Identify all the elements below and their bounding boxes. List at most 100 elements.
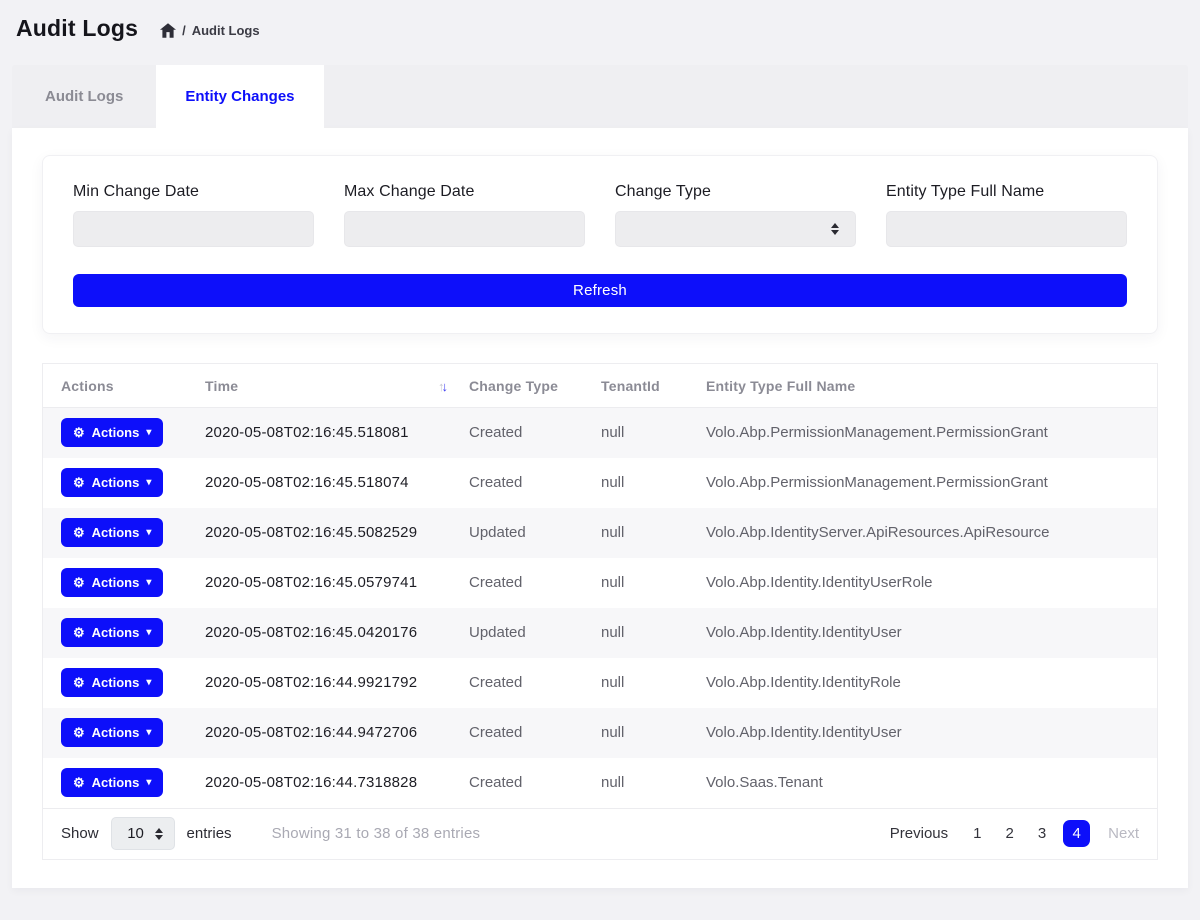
- actions-button-label: Actions: [92, 775, 140, 790]
- row-actions-button[interactable]: ⚙ Actions ▾: [61, 518, 163, 547]
- cell-time: 2020-05-08T02:16:44.9921792: [195, 658, 459, 708]
- row-actions-button[interactable]: ⚙ Actions ▾: [61, 718, 163, 747]
- table-header-row: Actions Time ↑↓ Change Type TenantId Ent…: [43, 364, 1157, 408]
- tab-entity-changes[interactable]: Entity Changes: [156, 65, 323, 128]
- actions-button-label: Actions: [92, 725, 140, 740]
- table-row: ⚙ Actions ▾ 2020-05-08T02:16:44.7318828 …: [43, 758, 1157, 808]
- change-type-select[interactable]: [615, 211, 856, 247]
- column-header-entity-type[interactable]: Entity Type Full Name: [696, 364, 1157, 408]
- table-row: ⚙ Actions ▾ 2020-05-08T02:16:45.0579741 …: [43, 558, 1157, 608]
- actions-button-label: Actions: [92, 475, 140, 490]
- breadcrumb: / Audit Logs: [160, 23, 260, 38]
- column-header-change-type[interactable]: Change Type: [459, 364, 591, 408]
- table-row: ⚙ Actions ▾ 2020-05-08T02:16:45.0420176 …: [43, 608, 1157, 658]
- entries-summary: Showing 31 to 38 of 38 entries: [272, 825, 481, 842]
- gear-icon: ⚙: [73, 776, 85, 789]
- caret-down-icon: ▾: [146, 528, 151, 538]
- cell-entity: Volo.Abp.PermissionManagement.Permission…: [696, 408, 1157, 458]
- caret-down-icon: ▾: [146, 478, 151, 488]
- gear-icon: ⚙: [73, 626, 85, 639]
- cell-time: 2020-05-08T02:16:44.7318828: [195, 758, 459, 808]
- cell-change-type: Updated: [459, 508, 591, 558]
- entity-changes-panel: Min Change Date Max Change Date Change Typ…: [12, 128, 1188, 888]
- row-actions-button[interactable]: ⚙ Actions ▾: [61, 768, 163, 797]
- cell-entity: Volo.Abp.Identity.IdentityUser: [696, 708, 1157, 758]
- cell-time: 2020-05-08T02:16:45.0579741: [195, 558, 459, 608]
- breadcrumb-item[interactable]: Audit Logs: [192, 23, 260, 38]
- row-actions-button[interactable]: ⚙ Actions ▾: [61, 418, 163, 447]
- cell-entity: Volo.Saas.Tenant: [696, 758, 1157, 808]
- cell-change-type: Created: [459, 558, 591, 608]
- row-actions-button[interactable]: ⚙ Actions ▾: [61, 468, 163, 497]
- filter-card: Min Change Date Max Change Date Change Typ…: [42, 155, 1158, 334]
- caret-down-icon: ▾: [146, 778, 151, 788]
- cell-tenant-id: null: [591, 558, 696, 608]
- cell-change-type: Updated: [459, 608, 591, 658]
- cell-entity: Volo.Abp.PermissionManagement.Permission…: [696, 458, 1157, 508]
- caret-down-icon: ▾: [146, 578, 151, 588]
- gear-icon: ⚙: [73, 576, 85, 589]
- gear-icon: ⚙: [73, 526, 85, 539]
- actions-button-label: Actions: [92, 625, 140, 640]
- cell-tenant-id: null: [591, 458, 696, 508]
- cell-time: 2020-05-08T02:16:44.9472706: [195, 708, 459, 758]
- column-header-time[interactable]: Time ↑↓: [195, 364, 459, 408]
- cell-time: 2020-05-08T02:16:45.5082529: [195, 508, 459, 558]
- pagination-page-4[interactable]: 4: [1063, 820, 1090, 847]
- show-label: Show: [61, 825, 99, 842]
- cell-tenant-id: null: [591, 508, 696, 558]
- sort-icon[interactable]: ↑↓: [438, 379, 445, 394]
- actions-button-label: Actions: [92, 575, 140, 590]
- cell-change-type: Created: [459, 708, 591, 758]
- cell-time: 2020-05-08T02:16:45.518074: [195, 458, 459, 508]
- gear-icon: ⚙: [73, 426, 85, 439]
- pagination-page-1[interactable]: 1: [966, 825, 988, 842]
- pagination-page-3[interactable]: 3: [1031, 825, 1053, 842]
- gear-icon: ⚙: [73, 726, 85, 739]
- table-row: ⚙ Actions ▾ 2020-05-08T02:16:44.9472706 …: [43, 708, 1157, 758]
- cell-tenant-id: null: [591, 658, 696, 708]
- cell-entity: Volo.Abp.Identity.IdentityRole: [696, 658, 1157, 708]
- column-header-tenant-id[interactable]: TenantId: [591, 364, 696, 408]
- row-actions-button[interactable]: ⚙ Actions ▾: [61, 568, 163, 597]
- row-actions-button[interactable]: ⚙ Actions ▾: [61, 668, 163, 697]
- filter-label: Min Change Date: [73, 183, 314, 201]
- table-footer: Show 10 entries Showing 31 to 38 of 38 e…: [43, 808, 1157, 859]
- filter-field-max-change-date-input: Max Change Date: [344, 183, 585, 247]
- caret-down-icon: ▾: [146, 728, 151, 738]
- cell-entity: Volo.Abp.Identity.IdentityUserRole: [696, 558, 1157, 608]
- cell-time: 2020-05-08T02:16:45.0420176: [195, 608, 459, 658]
- min-change-date-input[interactable]: [73, 211, 314, 247]
- content-shell: Audit Logs Entity Changes Min Change Dat…: [12, 65, 1188, 888]
- table-row: ⚙ Actions ▾ 2020-05-08T02:16:44.9921792 …: [43, 658, 1157, 708]
- table-row: ⚙ Actions ▾ 2020-05-08T02:16:45.5082529 …: [43, 508, 1157, 558]
- filter-grid: Min Change Date Max Change Date Change Typ…: [73, 183, 1127, 247]
- actions-button-label: Actions: [92, 525, 140, 540]
- caret-down-icon: ▾: [146, 428, 151, 438]
- pagination-next[interactable]: Next: [1108, 825, 1139, 842]
- caret-down-icon: ▾: [146, 678, 151, 688]
- page-size-select[interactable]: 10: [111, 817, 175, 850]
- tab-audit-logs[interactable]: Audit Logs: [12, 65, 156, 128]
- row-actions-button[interactable]: ⚙ Actions ▾: [61, 618, 163, 647]
- filter-label: Max Change Date: [344, 183, 585, 201]
- table-row: ⚙ Actions ▾ 2020-05-08T02:16:45.518081 C…: [43, 408, 1157, 458]
- cell-tenant-id: null: [591, 708, 696, 758]
- cell-entity: Volo.Abp.Identity.IdentityUser: [696, 608, 1157, 658]
- max-change-date-input[interactable]: [344, 211, 585, 247]
- cell-change-type: Created: [459, 458, 591, 508]
- pagination-page-2[interactable]: 2: [998, 825, 1020, 842]
- filter-label: Entity Type Full Name: [886, 183, 1127, 201]
- cell-change-type: Created: [459, 658, 591, 708]
- column-header-actions[interactable]: Actions: [43, 364, 195, 408]
- cell-tenant-id: null: [591, 608, 696, 658]
- actions-button-label: Actions: [92, 675, 140, 690]
- gear-icon: ⚙: [73, 676, 85, 689]
- filter-label: Change Type: [615, 183, 856, 201]
- home-icon[interactable]: [160, 23, 176, 38]
- refresh-button[interactable]: Refresh: [73, 274, 1127, 307]
- filter-field-change-type-select: Change Type: [615, 183, 856, 247]
- cell-tenant-id: null: [591, 408, 696, 458]
- entity-type-full-name-input[interactable]: [886, 211, 1127, 247]
- pagination-previous[interactable]: Previous: [890, 825, 948, 842]
